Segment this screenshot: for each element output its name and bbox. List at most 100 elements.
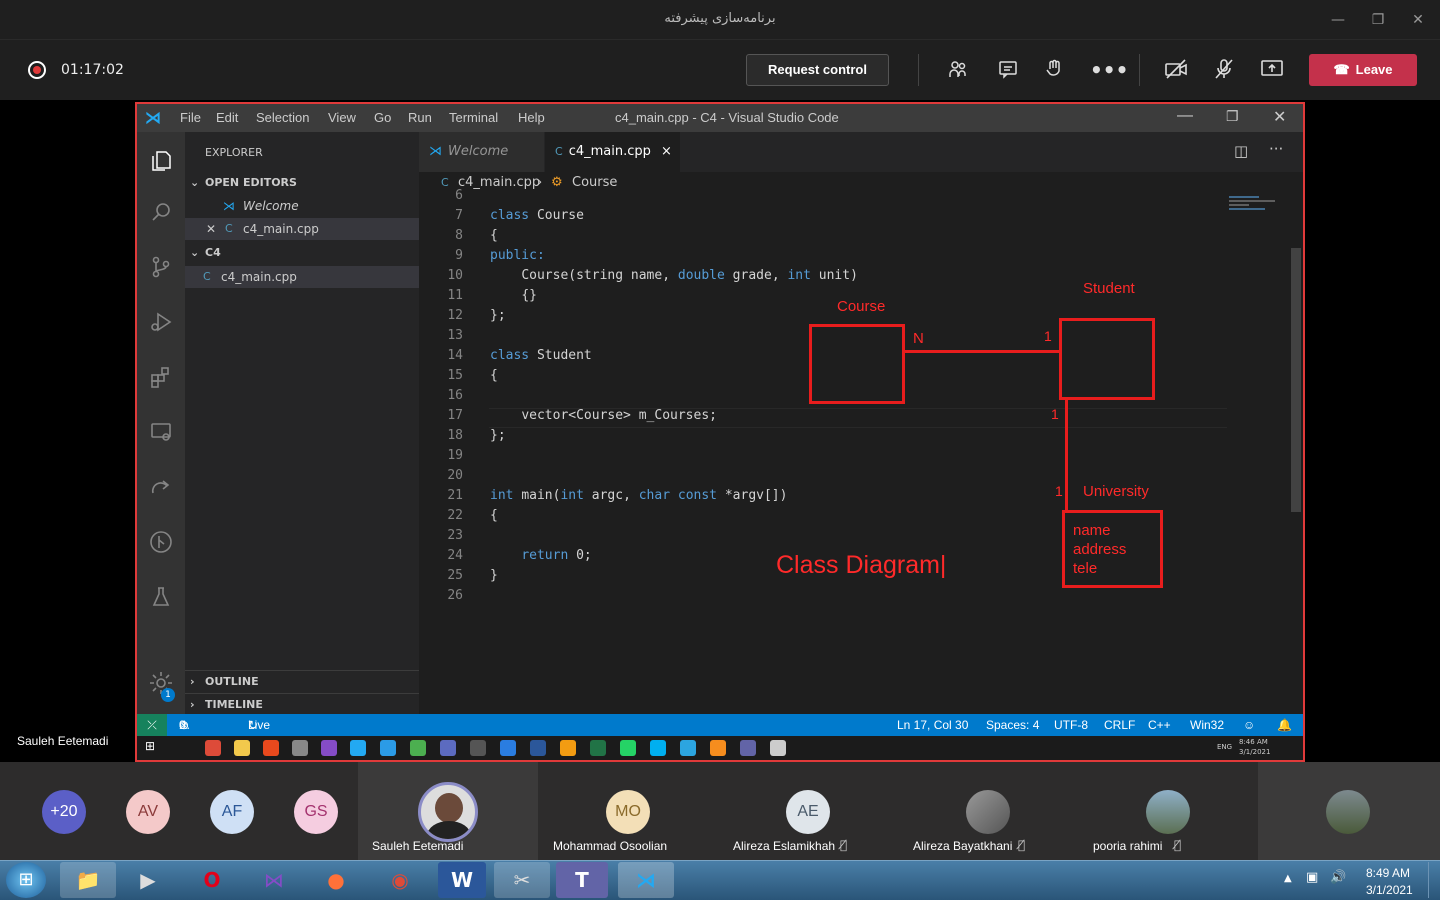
app-icon[interactable] bbox=[770, 740, 786, 756]
tab-c4-main[interactable]: Cc4_main.cpp × bbox=[545, 132, 680, 172]
self-avatar[interactable] bbox=[1326, 790, 1370, 834]
leave-button[interactable]: ☎ Leave bbox=[1309, 54, 1417, 86]
menu-terminal[interactable]: Terminal bbox=[449, 110, 498, 125]
todo-icon[interactable] bbox=[500, 740, 516, 756]
avatar[interactable]: GS bbox=[294, 790, 338, 834]
close-icon[interactable]: ✕ bbox=[206, 218, 216, 240]
search-icon[interactable] bbox=[147, 200, 175, 228]
source-control-icon[interactable] bbox=[147, 255, 175, 283]
taskbar-clock-time[interactable]: 8:49 AM bbox=[1366, 866, 1410, 880]
split-editor-icon[interactable]: ◫ bbox=[1234, 142, 1248, 160]
avatar[interactable]: AF bbox=[210, 790, 254, 834]
cursor-position[interactable]: Ln 17, Col 30 bbox=[897, 714, 968, 736]
live-share-icon[interactable] bbox=[147, 475, 175, 503]
terminal-icon[interactable] bbox=[470, 740, 486, 756]
extensions-icon[interactable] bbox=[147, 365, 175, 393]
chat-icon[interactable] bbox=[995, 58, 1021, 82]
windows-start-icon[interactable]: ⊞ bbox=[145, 739, 155, 753]
share-screen-icon[interactable] bbox=[1259, 58, 1285, 82]
restore-icon[interactable]: ❐ bbox=[1366, 8, 1390, 32]
show-desktop-button[interactable] bbox=[1428, 862, 1440, 898]
avatar[interactable]: MO bbox=[606, 790, 650, 834]
run-debug-icon[interactable] bbox=[147, 310, 175, 338]
tray-expand-icon[interactable]: ▲ bbox=[1284, 873, 1292, 884]
avatar[interactable] bbox=[418, 782, 478, 842]
visual-studio-icon[interactable]: ⋈ bbox=[246, 862, 302, 898]
file-explorer-icon[interactable]: 📁 bbox=[60, 862, 116, 898]
open-editors-section[interactable]: ⌄ OPEN EDITORS bbox=[185, 172, 419, 194]
visual-studio-icon[interactable] bbox=[321, 740, 337, 756]
app-icon[interactable] bbox=[292, 740, 308, 756]
vscode-close-icon[interactable]: ✕ bbox=[1273, 107, 1286, 127]
close-icon[interactable]: ✕ bbox=[1406, 8, 1430, 32]
teams-icon[interactable] bbox=[740, 740, 756, 756]
file-c4-main[interactable]: C c4_main.cpp bbox=[185, 266, 419, 288]
git-graph-icon[interactable] bbox=[147, 530, 175, 558]
raise-hand-icon[interactable] bbox=[1042, 58, 1068, 82]
vlc-icon[interactable] bbox=[710, 740, 726, 756]
excel-icon[interactable] bbox=[590, 740, 606, 756]
open-editor-welcome[interactable]: ⋊ Welcome bbox=[185, 195, 419, 217]
chrome-icon[interactable] bbox=[205, 740, 221, 756]
open-editor-c4-main[interactable]: ✕ C c4_main.cpp bbox=[185, 218, 419, 240]
word-icon[interactable] bbox=[530, 740, 546, 756]
menu-view[interactable]: View bbox=[328, 110, 356, 125]
remote-explorer-icon[interactable] bbox=[147, 420, 175, 448]
taskbar-clock-date[interactable]: 3/1/2021 bbox=[1366, 883, 1413, 897]
avatar[interactable] bbox=[1146, 790, 1190, 834]
avatar[interactable] bbox=[966, 790, 1010, 834]
firefox-icon[interactable]: ● bbox=[308, 862, 364, 898]
remote-indicator-icon[interactable]: ⤫ bbox=[137, 714, 167, 736]
avatar[interactable]: AE bbox=[786, 790, 830, 834]
breadcrumb-symbol[interactable]: Course bbox=[572, 172, 617, 194]
telegram-icon[interactable] bbox=[680, 740, 696, 756]
more-actions-icon[interactable]: ••• bbox=[1090, 58, 1128, 82]
teams-icon[interactable]: T bbox=[556, 862, 608, 898]
app-icon[interactable] bbox=[440, 740, 456, 756]
word-icon[interactable]: W bbox=[438, 862, 486, 898]
request-control-button[interactable]: Request control bbox=[746, 54, 889, 86]
outline-section[interactable]: › OUTLINE bbox=[185, 670, 419, 692]
network-icon[interactable]: ▣ bbox=[1306, 870, 1318, 885]
testing-icon[interactable] bbox=[147, 585, 175, 613]
snipping-tool-icon[interactable]: ✂ bbox=[494, 862, 550, 898]
chrome-icon[interactable]: ◉ bbox=[372, 862, 428, 898]
app-icon[interactable] bbox=[560, 740, 576, 756]
camera-off-icon[interactable] bbox=[1163, 58, 1189, 82]
windows-start-icon[interactable]: ⊞ bbox=[6, 862, 46, 898]
menu-run[interactable]: Run bbox=[408, 110, 432, 125]
minimap[interactable] bbox=[1229, 194, 1289, 224]
app-icon[interactable] bbox=[410, 740, 426, 756]
ubuntu-icon[interactable] bbox=[263, 740, 279, 756]
language-mode[interactable]: C++ bbox=[1148, 714, 1171, 736]
menu-selection[interactable]: Selection bbox=[256, 110, 309, 125]
overflow-participants[interactable]: +20 bbox=[42, 790, 86, 834]
whatsapp-icon[interactable] bbox=[620, 740, 636, 756]
folder-c4[interactable]: ⌄ C4 bbox=[185, 242, 419, 264]
vscode-restore-icon[interactable]: ❐ bbox=[1226, 108, 1239, 125]
indentation[interactable]: Spaces: 4 bbox=[986, 714, 1039, 736]
edge-icon[interactable] bbox=[380, 740, 396, 756]
line-ending[interactable]: CRLF bbox=[1104, 714, 1135, 736]
platform[interactable]: Win32 bbox=[1190, 714, 1224, 736]
vscode-minimize-icon[interactable]: — bbox=[1177, 107, 1193, 125]
timeline-section[interactable]: › TIMELINE bbox=[185, 693, 419, 715]
feedback-icon[interactable]: ☺ bbox=[1243, 714, 1255, 736]
editor-scrollbar[interactable] bbox=[1291, 248, 1301, 512]
menu-edit[interactable]: Edit bbox=[216, 110, 238, 125]
menu-file[interactable]: File bbox=[180, 110, 201, 125]
media-player-icon[interactable]: ▶ bbox=[120, 862, 176, 898]
minimize-icon[interactable]: — bbox=[1326, 8, 1350, 32]
tab-welcome[interactable]: ⋊ Welcome bbox=[419, 132, 544, 172]
avatar[interactable]: AV bbox=[126, 790, 170, 834]
participants-icon[interactable] bbox=[945, 58, 971, 82]
file-explorer-icon[interactable] bbox=[234, 740, 250, 756]
mic-off-icon[interactable] bbox=[1211, 58, 1237, 82]
menu-help[interactable]: Help bbox=[518, 110, 545, 125]
tab-close-icon[interactable]: × bbox=[661, 144, 672, 159]
vscode-icon[interactable] bbox=[350, 740, 366, 756]
menu-go[interactable]: Go bbox=[374, 110, 391, 125]
explorer-icon[interactable] bbox=[147, 148, 175, 176]
encoding[interactable]: UTF-8 bbox=[1054, 714, 1088, 736]
opera-icon[interactable]: O bbox=[184, 862, 240, 898]
